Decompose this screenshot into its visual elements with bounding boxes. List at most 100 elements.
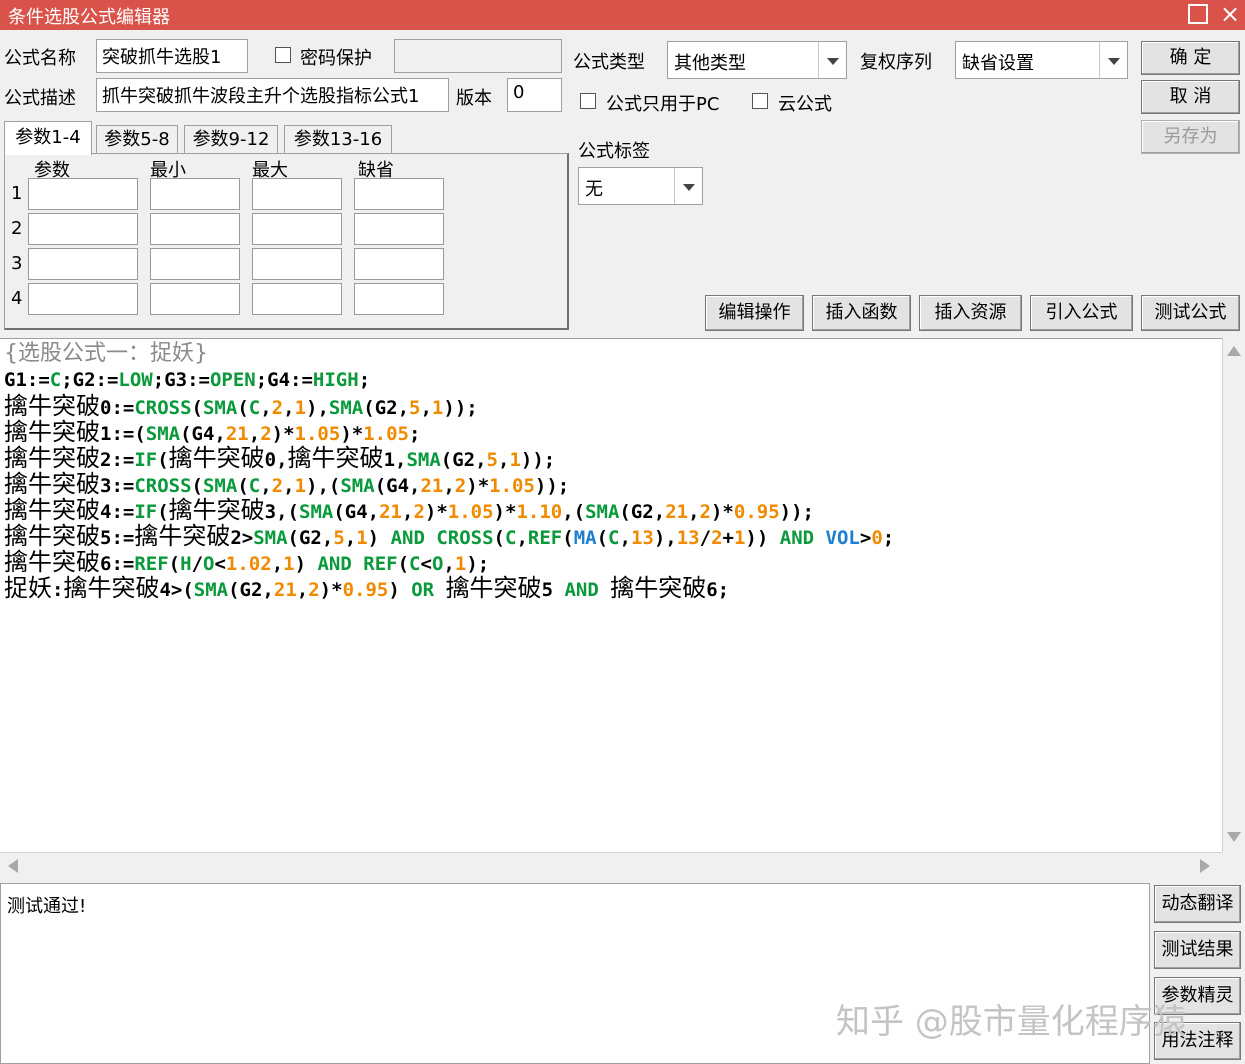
code-token: ));: [779, 501, 814, 523]
formula-type-label: 公式类型: [573, 52, 645, 73]
param-min-input[interactable]: [150, 248, 240, 280]
tab-params-5-8[interactable]: 参数5-8: [96, 125, 178, 155]
ok-button[interactable]: 确 定: [1141, 41, 1240, 75]
code-token: C: [248, 475, 261, 497]
param-name-input[interactable]: [28, 283, 138, 315]
code-token: ),(: [306, 475, 341, 497]
code-token: CROSS: [134, 397, 192, 419]
chevron-down-icon[interactable]: [818, 42, 846, 78]
test-formula-button[interactable]: 测试公式: [1141, 295, 1240, 331]
version-input[interactable]: 0: [507, 78, 562, 112]
param-min-input[interactable]: [150, 213, 240, 245]
formula-desc-input[interactable]: 抓牛突破抓牛波段主升个选股指标公式1: [96, 78, 449, 112]
param-name-input[interactable]: [28, 248, 138, 280]
title-bar[interactable]: 条件选股公式编辑器 ×: [0, 0, 1245, 30]
param-max-input[interactable]: [252, 178, 342, 210]
code-token: 擒牛突破: [445, 574, 542, 602]
code-token: 1.05: [363, 423, 409, 445]
param-max-input[interactable]: [252, 283, 342, 315]
close-icon[interactable]: ×: [1220, 0, 1240, 28]
code-line: 擒牛突破3:=CROSS(SMA(C,2,1),(SMA(G4,21,2)*1.…: [4, 471, 569, 499]
code-editor[interactable]: {选股公式一：捉妖} G1:=C;G2:=LOW;G3:=OPEN;G4:=HIG…: [0, 338, 1222, 852]
import-formula-button[interactable]: 引入公式: [1030, 295, 1133, 331]
test-result-button[interactable]: 测试结果: [1154, 931, 1241, 969]
code-token: )*: [493, 501, 517, 523]
param-row-number: 2: [11, 218, 23, 239]
param-name-input[interactable]: [28, 178, 138, 210]
cancel-button[interactable]: 取 消: [1141, 80, 1240, 114]
code-token: ,: [688, 501, 700, 523]
param-default-input[interactable]: [354, 178, 444, 210]
param-max-input[interactable]: [252, 213, 342, 245]
code-line: 擒牛突破5:=擒牛突破2>SMA(G2,5,1) AND CROSS(C,REF…: [4, 523, 894, 551]
code-token: (: [191, 475, 203, 497]
scroll-up-icon[interactable]: [1227, 346, 1241, 356]
code-token: 1.05: [489, 475, 535, 497]
code-token: 2: [699, 501, 711, 523]
code-token: 1.10: [516, 501, 563, 523]
code-token: ;: [882, 527, 895, 549]
param-max-input[interactable]: [252, 248, 342, 280]
code-token: AND: [779, 527, 815, 549]
chevron-down-icon[interactable]: [1099, 42, 1127, 78]
adjust-series-select[interactable]: 缺省设置: [955, 41, 1128, 79]
param-default-input[interactable]: [354, 248, 444, 280]
code-token: ));: [520, 449, 556, 471]
code-token: C: [608, 527, 620, 549]
scroll-down-icon[interactable]: [1227, 832, 1241, 842]
horizontal-scrollbar[interactable]: [0, 852, 1222, 880]
cloud-formula-checkbox[interactable]: [752, 93, 768, 109]
chevron-down-icon[interactable]: [674, 168, 702, 204]
code-token: )*: [424, 501, 448, 523]
code-token: ,: [344, 527, 357, 549]
code-token: IF: [134, 501, 158, 523]
code-token: {选股公式一：捉妖}: [4, 341, 208, 366]
password-checkbox[interactable]: [275, 47, 291, 63]
code-token: ;: [358, 369, 371, 391]
formula-type-value: 其他类型: [674, 53, 746, 74]
code-token: C: [49, 369, 62, 391]
code-token: OPEN: [209, 369, 256, 391]
code-token: 1.02: [225, 553, 272, 575]
param-default-input[interactable]: [354, 213, 444, 245]
formula-desc-label: 公式描述: [4, 88, 76, 109]
formula-name-input[interactable]: 突破抓牛选股1: [96, 39, 248, 73]
code-token: AND: [564, 579, 599, 601]
maximize-icon[interactable]: [1188, 4, 1208, 24]
insert-resource-button[interactable]: 插入资源: [919, 295, 1022, 331]
param-min-input[interactable]: [150, 178, 240, 210]
formula-type-select[interactable]: 其他类型: [667, 41, 847, 79]
param-min-input[interactable]: [150, 283, 240, 315]
code-token: SMA: [202, 475, 238, 497]
code-token: ;G4:=: [255, 369, 313, 391]
code-token: 1: [733, 527, 746, 549]
code-token: ,: [516, 527, 528, 549]
param-default-input[interactable]: [354, 283, 444, 315]
code-token: (G2,: [287, 527, 334, 549]
code-token: LOW: [118, 369, 153, 391]
save-as-button[interactable]: 另存为: [1141, 120, 1240, 154]
code-token: SMA: [406, 449, 441, 471]
code-token: 1: [294, 397, 307, 419]
code-token: ));: [534, 475, 570, 497]
scroll-right-icon[interactable]: [1200, 859, 1210, 873]
code-token: AND: [317, 553, 352, 575]
edit-operation-button[interactable]: 编辑操作: [705, 295, 804, 331]
vertical-scrollbar[interactable]: [1222, 338, 1245, 852]
tab-params-9-12[interactable]: 参数9-12: [184, 125, 278, 155]
pc-only-checkbox[interactable]: [580, 93, 596, 109]
formula-tag-select[interactable]: 无: [578, 167, 703, 205]
param-name-input[interactable]: [28, 213, 138, 245]
code-token: (: [157, 449, 169, 471]
code-token: ,: [498, 449, 510, 471]
insert-function-button[interactable]: 插入函数: [812, 295, 911, 331]
dynamic-translate-button[interactable]: 动态翻译: [1154, 885, 1241, 923]
password-input[interactable]: [394, 39, 562, 73]
code-token: G1:=: [4, 369, 50, 391]
scroll-left-icon[interactable]: [8, 859, 18, 873]
tab-params-13-16[interactable]: 参数13-16: [284, 125, 392, 155]
code-token: (: [191, 397, 203, 419]
tab-params-1-4[interactable]: 参数1-4: [4, 121, 92, 155]
